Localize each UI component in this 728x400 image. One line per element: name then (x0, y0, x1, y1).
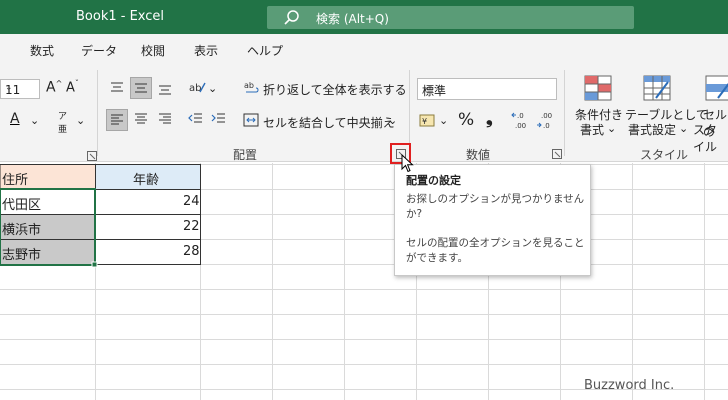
group-divider (564, 70, 565, 156)
header-age-cell[interactable]: 年齢 (133, 169, 159, 188)
tab-review[interactable]: 校閲 (141, 42, 165, 59)
number-format-select[interactable]: 標準 ⌄ (417, 78, 557, 100)
svg-text:.0: .0 (517, 112, 524, 120)
conditional-formatting-icon (584, 75, 612, 101)
align-middle-button[interactable] (130, 77, 152, 99)
svg-text:.00: .00 (541, 112, 552, 120)
window-title: Book1 - Excel (76, 9, 165, 24)
merge-center-icon (243, 113, 259, 127)
align-top-icon[interactable] (109, 80, 125, 96)
svg-text:¥: ¥ (422, 117, 427, 126)
chevron-down-icon[interactable]: ⌄ (388, 114, 397, 127)
align-left-icon (111, 114, 123, 125)
wrap-text-button[interactable]: 折り返して全体を表示する (263, 81, 407, 98)
address-cell[interactable]: 代田区 (2, 194, 41, 213)
text-orientation-icon[interactable]: ab (188, 79, 206, 95)
conditional-formatting-label2[interactable]: 書式 (580, 121, 604, 138)
tooltip-text-line: セルの配置の全オプションを見ること (406, 237, 585, 249)
svg-text:.0: .0 (543, 122, 550, 130)
wrap-text-icon: ab (244, 81, 259, 93)
chevron-down-icon[interactable]: ⌄ (439, 114, 448, 127)
accounting-format-icon[interactable]: ¥ (419, 113, 437, 129)
search-placeholder: 検索 (Alt+Q) (316, 12, 389, 26)
increase-decimal-icon[interactable]: .0 .00 (511, 110, 531, 130)
align-center-icon[interactable] (133, 111, 149, 127)
phonetic-guide-icon[interactable]: ア亜 (58, 109, 67, 135)
percent-style-button[interactable]: % (458, 110, 474, 130)
tooltip-text-line: お探しのオプションが見つかりません (406, 193, 585, 205)
increase-font-icon[interactable]: A^ (46, 79, 62, 96)
tab-help[interactable]: ヘルプ (247, 42, 283, 59)
worksheet-grid[interactable]: 住所 年齢 代田区 24 横浜市 22 志野市 28 (0, 163, 728, 400)
ribbon: 11 ⌄ A^ Aˇ A ⌄ ア亜 ⌄ ab ⌄ ab 折り返して全体を表示する… (0, 66, 728, 162)
age-cell[interactable]: 24 (183, 194, 200, 209)
font-color-icon[interactable]: A (10, 111, 20, 127)
header-address-cell[interactable]: 住所 (2, 169, 28, 188)
chevron-down-icon[interactable]: ⌄ (208, 82, 217, 95)
tab-formulas[interactable]: 数式 (30, 42, 54, 59)
font-size-select[interactable]: 11 ⌄ (0, 79, 40, 99)
svg-text:ab: ab (189, 83, 201, 94)
align-left-button[interactable] (106, 109, 128, 131)
chevron-down-icon: ⌄ (5, 83, 13, 93)
watermark: Buzzword Inc. (584, 378, 675, 393)
search-box[interactable]: 検索 (Alt+Q) (267, 6, 634, 29)
tab-data[interactable]: データ (81, 42, 117, 59)
group-label-alignment: 配置 (233, 148, 258, 162)
chevron-down-icon[interactable]: ⌄ (607, 122, 616, 135)
group-label-number: 数値 (466, 148, 491, 162)
age-cell[interactable]: 22 (183, 219, 200, 234)
align-bottom-icon[interactable] (157, 80, 173, 96)
svg-text:ab: ab (244, 81, 254, 90)
grid-lines (0, 163, 728, 400)
increase-indent-icon[interactable] (210, 111, 226, 127)
group-label-styles: スタイル (640, 148, 689, 162)
tooltip-text-line: ができます。 (406, 252, 468, 264)
search-icon (284, 10, 299, 25)
format-as-table-label2[interactable]: 書式設定 (628, 121, 676, 138)
chevron-down-icon[interactable]: ⌄ (679, 122, 688, 135)
ribbon-tabs: 数式 データ 校閲 表示 ヘルプ (0, 34, 728, 66)
decrease-indent-icon[interactable] (187, 111, 203, 127)
address-cell[interactable]: 横浜市 (2, 219, 41, 238)
svg-text:.00: .00 (515, 122, 526, 130)
tooltip-title: 配置の設定 (406, 174, 461, 187)
merge-center-button[interactable]: セルを結合して中央揃え (263, 114, 395, 131)
group-divider (97, 70, 98, 156)
comma-style-button[interactable]: ❟ (486, 109, 493, 129)
title-bar: Book1 - Excel 検索 (Alt+Q) (0, 0, 728, 34)
font-dialog-launcher-icon[interactable] (87, 151, 97, 161)
tab-view[interactable]: 表示 (194, 42, 218, 59)
chevron-down-icon[interactable]: ⌄ (30, 114, 39, 127)
align-right-icon[interactable] (157, 111, 173, 127)
cell-styles-icon (705, 75, 728, 101)
format-as-table-icon (643, 75, 671, 101)
decrease-decimal-icon[interactable]: .00 .0 (536, 110, 556, 130)
chevron-down-icon: ⌄ (422, 83, 430, 93)
align-middle-icon (135, 83, 147, 93)
cell-styles-label2[interactable]: スタイル (693, 121, 728, 155)
alignment-settings-tooltip: 配置の設定 お探しのオプションが見つかりません か? セルの配置の全オプションを… (394, 164, 591, 276)
tooltip-text-line: か? (406, 208, 423, 220)
chevron-down-icon[interactable]: ⌄ (76, 114, 85, 127)
number-dialog-launcher-icon[interactable] (552, 149, 562, 159)
decrease-font-icon[interactable]: Aˇ (66, 79, 79, 95)
age-cell[interactable]: 28 (183, 244, 200, 259)
address-cell[interactable]: 志野市 (2, 244, 41, 263)
mouse-cursor-icon (401, 154, 414, 173)
